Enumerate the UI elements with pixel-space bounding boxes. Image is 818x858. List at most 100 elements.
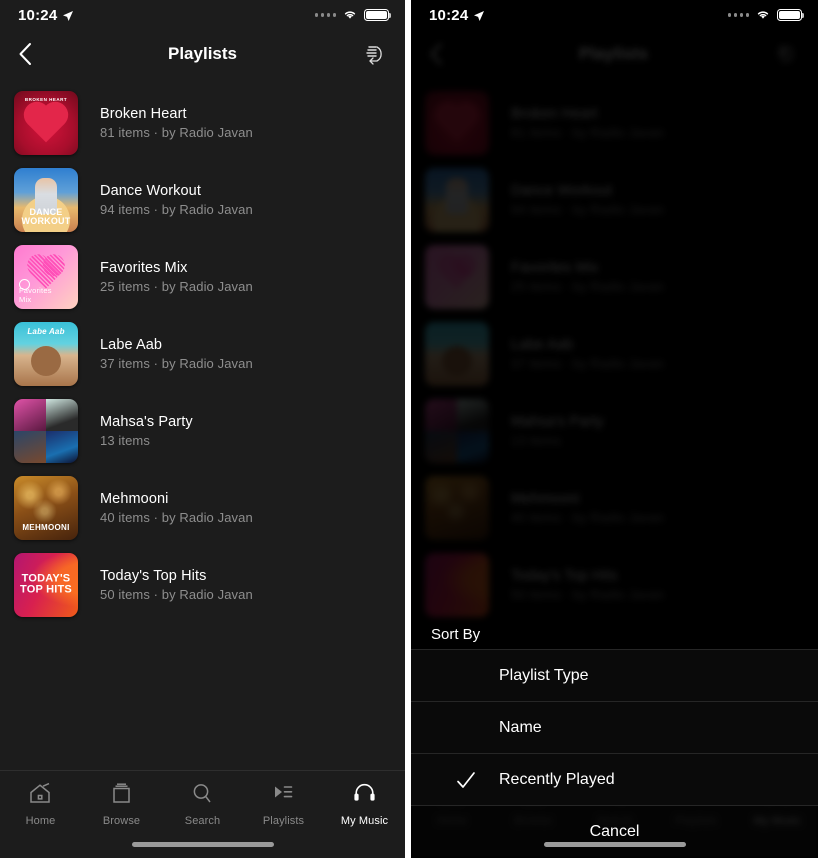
playlist-subtitle-dimmed: 13 items bbox=[511, 432, 561, 448]
wifi-icon bbox=[342, 7, 358, 24]
back-button[interactable] bbox=[18, 41, 44, 67]
playlist-subtitle: 13 items bbox=[100, 432, 150, 448]
playlist-subtitle-dimmed: 81 items · by Radio Javan bbox=[511, 124, 664, 140]
playlist-subtitle-dimmed: 40 items · by Radio Javan bbox=[511, 509, 664, 525]
list-item-dimmed: Favorites Mix 25 items · by Radio Javan bbox=[411, 238, 816, 315]
playlist-subtitle: 81 items · by Radio Javan bbox=[100, 124, 253, 140]
playlist-title: Broken Heart bbox=[100, 105, 187, 122]
playlist-subtitle-dimmed: 25 items · by Radio Javan bbox=[511, 278, 664, 294]
playlist-artwork-dimmed bbox=[425, 167, 489, 232]
list-item-dimmed: Broken Heart 81 items · by Radio Javan bbox=[411, 84, 816, 161]
tab-list: Home Browse Search Playlists My Music bbox=[0, 771, 405, 831]
playlist-meta: Today's Top Hits 50 items · by Radio Jav… bbox=[100, 568, 253, 602]
list-item[interactable]: DANCE WORKOUT Dance Workout 94 items · b… bbox=[0, 161, 405, 238]
playlist-artwork: Favorites Mix bbox=[14, 244, 78, 309]
playlist-artwork-collage bbox=[14, 398, 78, 463]
status-bar-time: 10:24 bbox=[18, 6, 58, 24]
status-bar-left: 10:24 bbox=[18, 7, 74, 24]
list-item[interactable]: TODAY'S TOP HITS Today's Top Hits 50 ite… bbox=[0, 546, 405, 623]
artwork-label: DANCE WORKOUT bbox=[21, 207, 71, 227]
artwork-label: TODAY'S TOP HITS bbox=[20, 571, 72, 596]
playlist-artwork-dimmed bbox=[425, 475, 489, 540]
playlist-title-dimmed: Labe Aab bbox=[511, 336, 574, 353]
list-item[interactable]: Favorites Mix Favorites Mix 25 items · b… bbox=[0, 238, 405, 315]
playlist-list-dimmed: Broken Heart 81 items · by Radio Javan Da… bbox=[411, 78, 816, 623]
playlist-subtitle: 25 items · by Radio Javan bbox=[100, 278, 253, 294]
playlist-title-dimmed: Mehmooni bbox=[511, 490, 580, 507]
collage-tile bbox=[14, 398, 46, 431]
tab-label: Home bbox=[25, 814, 56, 827]
search-icon bbox=[190, 782, 215, 810]
navigation-bar-dimmed: Playlists bbox=[411, 30, 816, 78]
playlist-subtitle-dimmed: 50 items · by Radio Javan bbox=[511, 586, 664, 602]
tab-home[interactable]: Home bbox=[0, 777, 81, 831]
heart-icon bbox=[27, 105, 65, 143]
playlist-artwork-dimmed bbox=[425, 244, 489, 309]
tab-my-music[interactable]: My Music bbox=[324, 777, 405, 831]
dual-phone-screenshot: 10:24 Playlists BROKEN HEART Broken Hear… bbox=[0, 0, 818, 858]
tab-bar: Home Browse Search Playlists My Music bbox=[0, 770, 405, 858]
home-indicator bbox=[131, 842, 274, 847]
sort-option-name[interactable]: Name bbox=[411, 701, 818, 753]
phone-screen-playlists: 10:24 Playlists BROKEN HEART Broken Hear… bbox=[0, 0, 405, 858]
playlist-artwork: MEHMOONI bbox=[14, 475, 78, 540]
status-bar: 10:24 bbox=[0, 0, 405, 30]
playlist-artwork: BROKEN HEART bbox=[14, 90, 78, 155]
playlists-icon bbox=[271, 782, 296, 810]
home-indicator bbox=[543, 842, 686, 847]
figure-shape bbox=[31, 345, 61, 376]
tab-label: Search bbox=[184, 814, 221, 827]
list-item[interactable]: Mahsa's Party 13 items bbox=[0, 392, 405, 469]
sort-option-label: Recently Played bbox=[499, 770, 615, 788]
sort-icon[interactable] bbox=[361, 41, 387, 67]
playlist-artwork: DANCE WORKOUT bbox=[14, 167, 78, 232]
tab-search[interactable]: Search bbox=[162, 777, 243, 831]
phone-screen-sort-sheet: Playlists Broken Heart 81 items · by Radi… bbox=[411, 0, 818, 858]
tab-playlists[interactable]: Playlists bbox=[243, 777, 324, 831]
artwork-label: Labe Aab bbox=[27, 326, 65, 336]
playlist-title: Favorites Mix bbox=[100, 259, 188, 276]
check-icon bbox=[455, 769, 477, 791]
playlist-meta: Mehmooni 40 items · by Radio Javan bbox=[100, 491, 253, 525]
artwork-label: MEHMOONI bbox=[22, 523, 70, 533]
home-icon bbox=[28, 782, 53, 810]
playlist-artwork: TODAY'S TOP HITS bbox=[14, 552, 78, 617]
heart-icon bbox=[30, 257, 62, 289]
tab-browse[interactable]: Browse bbox=[81, 777, 162, 831]
sort-option-recently-played[interactable]: Recently Played bbox=[411, 753, 818, 805]
location-arrow-icon bbox=[62, 9, 74, 21]
playlist-title: Labe Aab bbox=[100, 336, 163, 353]
list-item[interactable]: Labe Aab Labe Aab 37 items · by Radio Ja… bbox=[0, 315, 405, 392]
back-button-dimmed bbox=[429, 41, 455, 67]
location-arrow-icon bbox=[473, 9, 485, 21]
playlist-artwork: Labe Aab bbox=[14, 321, 78, 386]
playlist-title-dimmed: Favorites Mix bbox=[511, 259, 599, 276]
status-bar-left: 10:24 bbox=[429, 7, 485, 24]
playlist-title: Mehmooni bbox=[100, 490, 169, 507]
playlist-title: Dance Workout bbox=[100, 182, 201, 199]
headphones-icon bbox=[352, 782, 377, 810]
tab-label: Playlists bbox=[262, 814, 305, 827]
list-item-dimmed: Mahsa's Party 13 items bbox=[411, 392, 816, 469]
list-item-dimmed: Mehmooni 40 items · by Radio Javan bbox=[411, 469, 816, 546]
playlist-artwork-dimmed bbox=[425, 321, 489, 386]
sort-option-playlist-type[interactable]: Playlist Type bbox=[411, 649, 818, 701]
playlist-title: Mahsa's Party bbox=[100, 413, 193, 430]
battery-full-icon bbox=[777, 9, 805, 21]
cancel-button[interactable]: Cancel bbox=[411, 806, 818, 858]
list-item[interactable]: MEHMOONI Mehmooni 40 items · by Radio Ja… bbox=[0, 469, 405, 546]
page-title: Playlists bbox=[168, 44, 237, 63]
playlist-meta: Dance Workout 94 items · by Radio Javan bbox=[100, 183, 253, 217]
playlist-subtitle-dimmed: 94 items · by Radio Javan bbox=[511, 201, 664, 217]
playlist-subtitle: 40 items · by Radio Javan bbox=[100, 509, 253, 525]
playlist-list: BROKEN HEART Broken Heart 81 items · by … bbox=[0, 78, 405, 623]
playlist-subtitle: 94 items · by Radio Javan bbox=[100, 201, 253, 217]
playlist-title-dimmed: Broken Heart bbox=[511, 105, 598, 122]
sort-icon-dimmed bbox=[772, 41, 798, 67]
tab-label: Browse bbox=[102, 814, 141, 827]
list-item[interactable]: BROKEN HEART Broken Heart 81 items · by … bbox=[0, 84, 405, 161]
navigation-bar: Playlists bbox=[0, 30, 405, 78]
signal-dots-icon bbox=[727, 13, 749, 17]
playlist-artwork-dimmed bbox=[425, 90, 489, 155]
playlist-meta: Labe Aab 37 items · by Radio Javan bbox=[100, 337, 253, 371]
